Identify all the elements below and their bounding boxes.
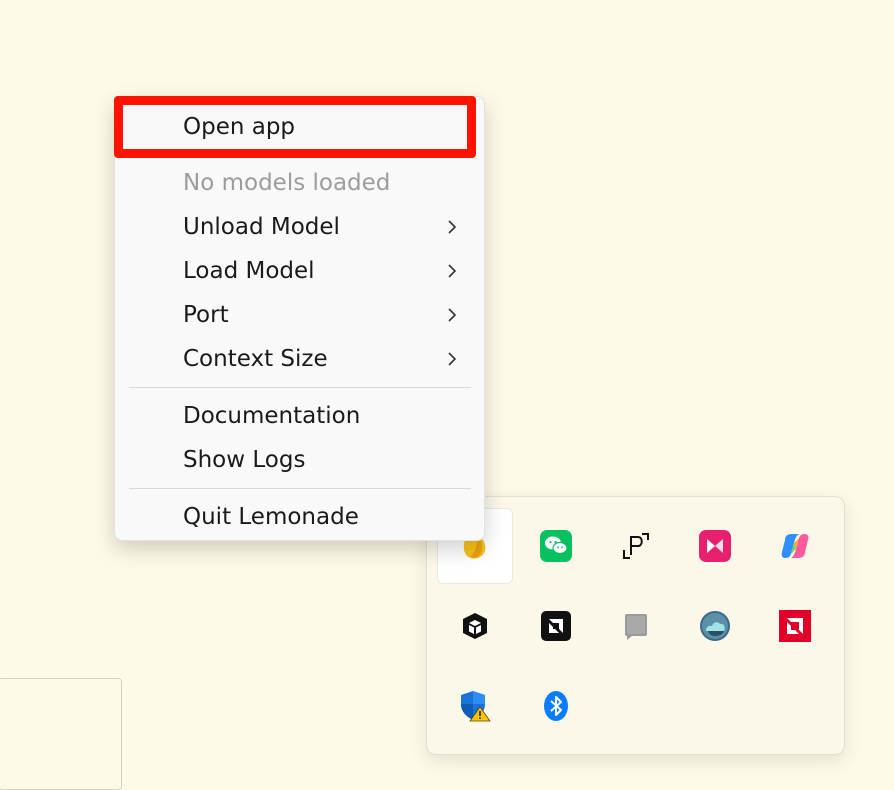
menu-item-label: Show Logs — [183, 447, 306, 473]
menu-item-no-models-loaded: No models loaded — [115, 163, 484, 203]
menu-item-label: Documentation — [183, 403, 361, 429]
chevron-right-icon — [448, 352, 457, 366]
menu-item-documentation[interactable]: Documentation — [115, 396, 484, 436]
menu-item-label: Port — [183, 302, 229, 328]
background-window[interactable] — [0, 678, 122, 790]
screenshot-p-icon[interactable] — [598, 508, 674, 584]
menu-item-label: Context Size — [183, 346, 328, 372]
menu-separator — [129, 488, 471, 489]
pink-app-icon[interactable] — [677, 508, 753, 584]
menu-item-show-logs[interactable]: Show Logs — [115, 440, 484, 480]
menu-item-label: Open app — [183, 114, 296, 140]
chevron-right-icon — [448, 264, 457, 278]
wechat-icon[interactable] — [518, 508, 594, 584]
lemonade-context-menu: Open app No models loaded Unload Model L… — [114, 96, 485, 541]
gray-app-icon[interactable] — [598, 588, 674, 664]
menu-item-label: Load Model — [183, 258, 315, 284]
bluetooth-icon[interactable] — [518, 668, 594, 744]
security-warning-icon[interactable] — [437, 668, 513, 744]
menu-item-port[interactable]: Port — [115, 295, 484, 335]
menu-item-label: Unload Model — [183, 214, 340, 240]
copilot-icon[interactable] — [757, 508, 833, 584]
cube-icon[interactable] — [437, 588, 513, 664]
menu-item-unload-model[interactable]: Unload Model — [115, 207, 484, 247]
menu-item-label: Quit Lemonade — [183, 504, 359, 530]
tray-overflow-flyout — [426, 496, 845, 755]
menu-item-load-model[interactable]: Load Model — [115, 251, 484, 291]
menu-item-context-size[interactable]: Context Size — [115, 339, 484, 379]
amd-software-icon[interactable] — [518, 588, 594, 664]
menu-separator — [129, 387, 471, 388]
menu-item-quit-lemonade[interactable]: Quit Lemonade — [115, 497, 484, 537]
amd-red-icon[interactable] — [757, 588, 833, 664]
cloud-globe-icon[interactable] — [677, 588, 753, 664]
menu-item-label: No models loaded — [183, 170, 391, 196]
menu-item-open-app[interactable]: Open app — [115, 107, 484, 147]
chevron-right-icon — [448, 220, 457, 234]
chevron-right-icon — [448, 308, 457, 322]
